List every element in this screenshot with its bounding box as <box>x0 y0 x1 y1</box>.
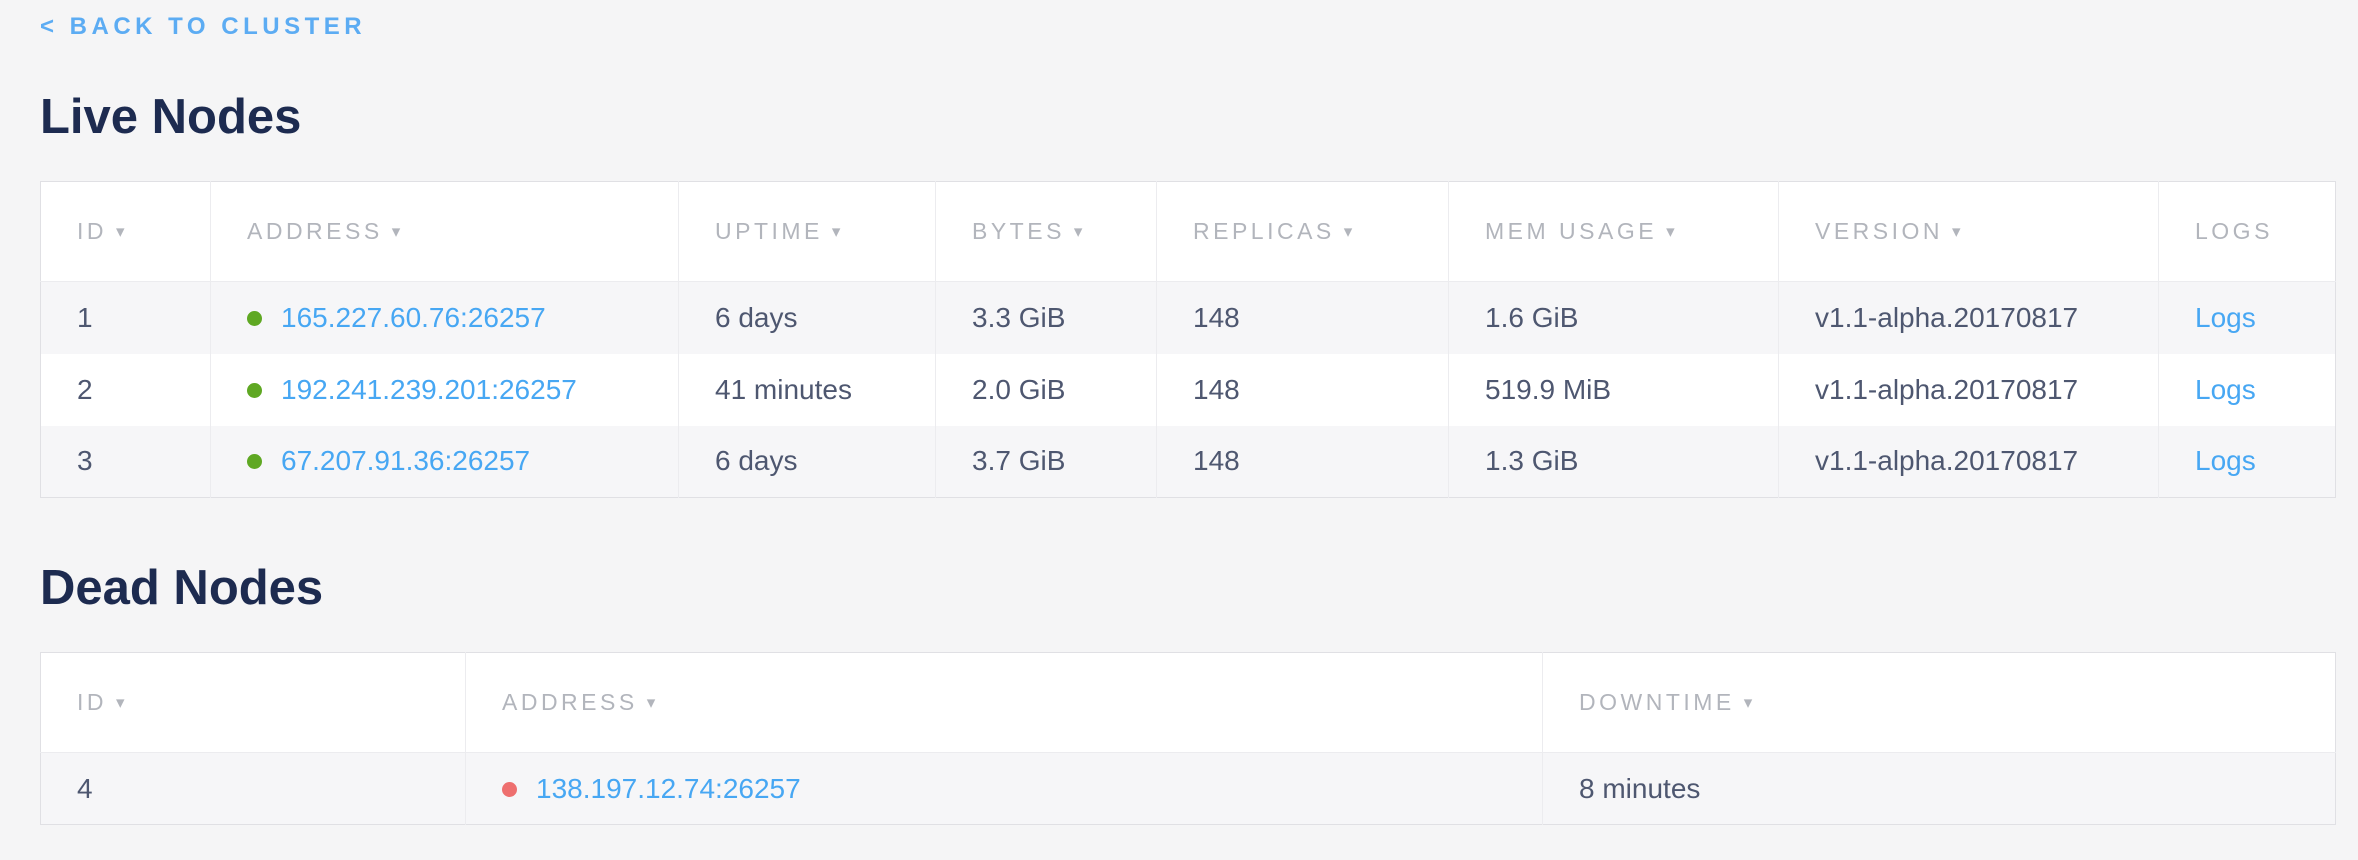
cell-node-bytes: 3.3 GiB <box>936 282 1157 354</box>
nodes-page: < BACK TO CLUSTER Live Nodes ID ▾ ADDRESS… <box>0 0 2358 825</box>
column-header-id[interactable]: ID ▾ <box>41 182 211 282</box>
table-row: 4 138.197.12.74:26257 8 minutes <box>41 753 2336 825</box>
live-nodes-title: Live Nodes <box>40 89 2335 145</box>
cell-node-replicas: 148 <box>1157 426 1449 498</box>
table-row: 2 192.241.239.201:26257 41 minutes 2.0 G… <box>41 354 2336 426</box>
live-status-icon <box>247 454 262 469</box>
live-status-icon <box>247 383 262 398</box>
logs-link[interactable]: Logs <box>2195 445 2256 476</box>
cell-node-replicas: 148 <box>1157 282 1449 354</box>
logs-link[interactable]: Logs <box>2195 302 2256 333</box>
back-to-cluster-link[interactable]: < BACK TO CLUSTER <box>40 13 366 41</box>
cell-node-id: 3 <box>41 426 211 498</box>
cell-node-downtime: 8 minutes <box>1543 753 2336 825</box>
table-row: 1 165.227.60.76:26257 6 days 3.3 GiB 148… <box>41 282 2336 354</box>
column-header-label: REPLICAS <box>1193 218 1335 244</box>
column-header-label: ADDRESS <box>502 689 638 715</box>
cell-node-uptime: 6 days <box>679 282 936 354</box>
cell-node-version: v1.1-alpha.20170817 <box>1779 282 2159 354</box>
column-header-version[interactable]: VERSION ▾ <box>1779 182 2159 282</box>
column-header-downtime[interactable]: DOWNTIME ▾ <box>1543 653 2336 753</box>
sort-arrow-icon: ▾ <box>116 222 128 241</box>
cell-node-version: v1.1-alpha.20170817 <box>1779 354 2159 426</box>
sort-arrow-icon: ▾ <box>832 222 844 241</box>
column-header-label: VERSION <box>1815 218 1943 244</box>
column-header-uptime[interactable]: UPTIME ▾ <box>679 182 936 282</box>
sort-arrow-icon: ▾ <box>116 693 128 712</box>
cell-node-id: 2 <box>41 354 211 426</box>
dead-nodes-table: ID ▾ ADDRESS ▾ DOWNTIME ▾ 4 138.197.12.74:2… <box>40 652 2336 825</box>
column-header-label: UPTIME <box>715 218 823 244</box>
logs-link[interactable]: Logs <box>2195 374 2256 405</box>
dead-status-icon <box>502 782 517 797</box>
dead-nodes-header-row: ID ▾ ADDRESS ▾ DOWNTIME ▾ <box>41 653 2336 753</box>
column-header-id[interactable]: ID ▾ <box>41 653 466 753</box>
node-address-link[interactable]: 138.197.12.74:26257 <box>536 773 801 804</box>
column-header-label: ID <box>77 689 107 715</box>
cell-node-uptime: 41 minutes <box>679 354 936 426</box>
dead-nodes-title: Dead Nodes <box>40 560 2335 616</box>
cell-node-bytes: 3.7 GiB <box>936 426 1157 498</box>
column-header-label: ADDRESS <box>247 218 383 244</box>
sort-arrow-icon: ▾ <box>1666 222 1678 241</box>
node-address-link[interactable]: 192.241.239.201:26257 <box>281 374 577 405</box>
cell-node-id: 4 <box>41 753 466 825</box>
cell-node-address: 67.207.91.36:26257 <box>211 426 679 498</box>
cell-node-logs: Logs <box>2159 354 2336 426</box>
column-header-mem-usage[interactable]: MEM USAGE ▾ <box>1449 182 1779 282</box>
column-header-logs: LOGS <box>2159 182 2336 282</box>
cell-node-address: 165.227.60.76:26257 <box>211 282 679 354</box>
column-header-label: LOGS <box>2195 218 2273 244</box>
cell-node-mem-usage: 1.3 GiB <box>1449 426 1779 498</box>
cell-node-logs: Logs <box>2159 426 2336 498</box>
column-header-label: ID <box>77 218 107 244</box>
sort-arrow-icon: ▾ <box>1744 693 1756 712</box>
cell-node-mem-usage: 1.6 GiB <box>1449 282 1779 354</box>
cell-node-address: 192.241.239.201:26257 <box>211 354 679 426</box>
cell-node-address: 138.197.12.74:26257 <box>466 753 1543 825</box>
column-header-label: BYTES <box>972 218 1065 244</box>
cell-node-bytes: 2.0 GiB <box>936 354 1157 426</box>
cell-node-mem-usage: 519.9 MiB <box>1449 354 1779 426</box>
table-row: 3 67.207.91.36:26257 6 days 3.7 GiB 148 … <box>41 426 2336 498</box>
column-header-address[interactable]: ADDRESS ▾ <box>211 182 679 282</box>
cell-node-uptime: 6 days <box>679 426 936 498</box>
live-nodes-header-row: ID ▾ ADDRESS ▾ UPTIME ▾ BYTES ▾ REPLICAS ▾ ME… <box>41 182 2336 282</box>
sort-arrow-icon: ▾ <box>392 222 404 241</box>
sort-arrow-icon: ▾ <box>1952 222 1964 241</box>
cell-node-id: 1 <box>41 282 211 354</box>
column-header-address[interactable]: ADDRESS ▾ <box>466 653 1543 753</box>
column-header-bytes[interactable]: BYTES ▾ <box>936 182 1157 282</box>
sort-arrow-icon: ▾ <box>1344 222 1356 241</box>
column-header-replicas[interactable]: REPLICAS ▾ <box>1157 182 1449 282</box>
column-header-label: MEM USAGE <box>1485 218 1657 244</box>
sort-arrow-icon: ▾ <box>647 693 659 712</box>
node-address-link[interactable]: 165.227.60.76:26257 <box>281 302 546 333</box>
live-nodes-table: ID ▾ ADDRESS ▾ UPTIME ▾ BYTES ▾ REPLICAS ▾ ME… <box>40 181 2336 498</box>
live-status-icon <box>247 311 262 326</box>
sort-arrow-icon: ▾ <box>1074 222 1086 241</box>
cell-node-replicas: 148 <box>1157 354 1449 426</box>
column-header-label: DOWNTIME <box>1579 689 1735 715</box>
cell-node-logs: Logs <box>2159 282 2336 354</box>
node-address-link[interactable]: 67.207.91.36:26257 <box>281 445 530 476</box>
cell-node-version: v1.1-alpha.20170817 <box>1779 426 2159 498</box>
